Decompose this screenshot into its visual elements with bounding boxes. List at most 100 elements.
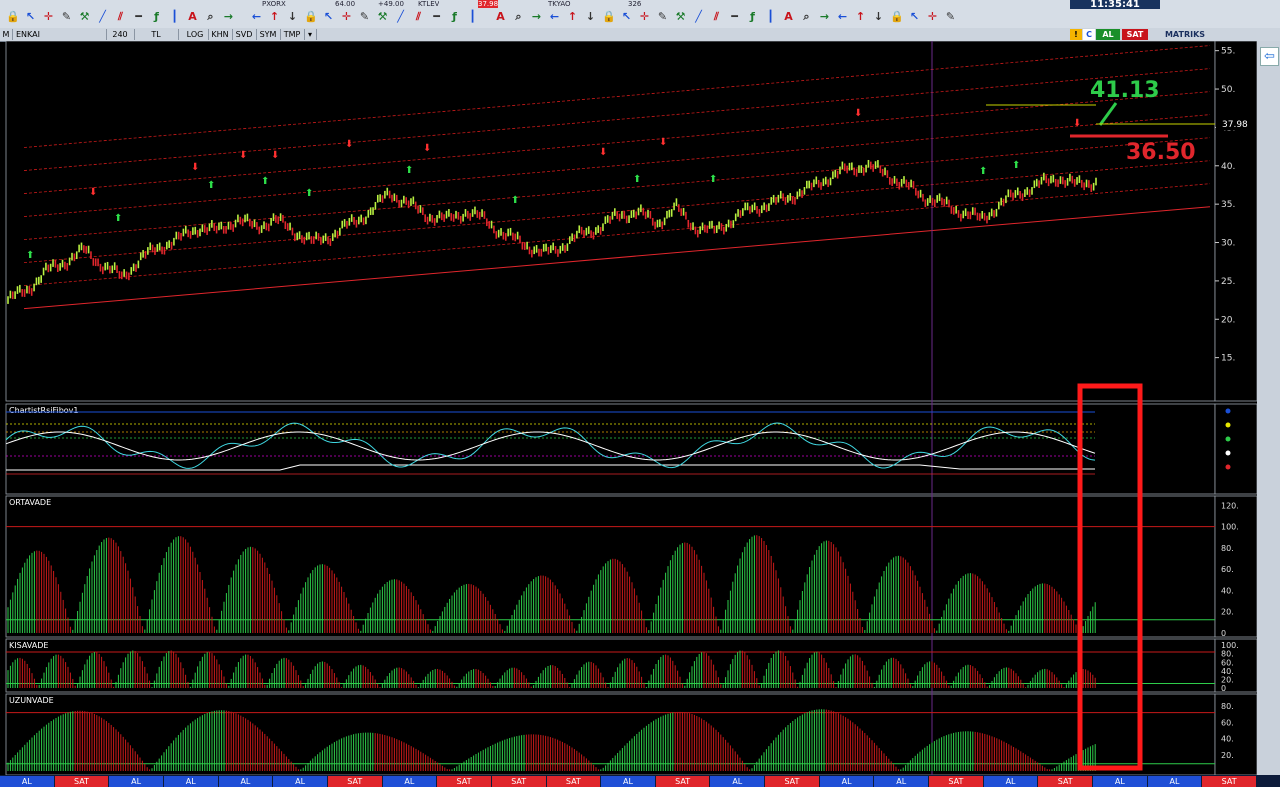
pencil-icon[interactable]: ✎: [944, 10, 957, 23]
arrow-down-icon[interactable]: ↓: [286, 10, 299, 23]
cursor-icon[interactable]: ↖: [322, 10, 335, 23]
ticker-item[interactable]: 64.00: [335, 0, 355, 8]
text-icon[interactable]: A: [782, 10, 795, 23]
signal-segment: AL: [874, 776, 929, 787]
crosshair-icon[interactable]: ✛: [638, 10, 651, 23]
lock-icon[interactable]: 🔒: [304, 10, 318, 23]
buy-arrow-icon: ⬆: [305, 188, 313, 199]
arrow-up-icon[interactable]: ↑: [854, 10, 867, 23]
sell-arrow-icon: ⬇: [239, 150, 247, 161]
collapse-icon[interactable]: ⇦: [1260, 47, 1279, 66]
vline-icon[interactable]: ┃: [466, 10, 479, 23]
chart-area[interactable]: 55.50.45.40.35.30.25.20.15.⬆⬆⬆⬆⬆⬆⬆⬆⬆⬆⬆⬇⬇…: [0, 41, 1257, 775]
hline-icon[interactable]: ━: [430, 10, 443, 23]
currency-field[interactable]: TL: [134, 29, 179, 40]
text-icon[interactable]: A: [494, 10, 507, 23]
indicator-title: ORTAVADE: [9, 498, 51, 507]
lock-icon[interactable]: 🔒: [602, 10, 616, 23]
crosshair-icon[interactable]: ✛: [926, 10, 939, 23]
chevron-down-icon[interactable]: ▾: [304, 29, 317, 40]
arrow-left-icon[interactable]: ←: [250, 10, 263, 23]
toggle-svd[interactable]: SVD: [232, 29, 257, 40]
refresh-icon[interactable]: C: [1083, 29, 1095, 40]
signal-segment: AL: [109, 776, 163, 787]
lock-icon[interactable]: 🔒: [6, 10, 20, 23]
buy-arrow-icon: ⬆: [511, 195, 519, 206]
vline-icon[interactable]: ┃: [764, 10, 777, 23]
cursor-icon[interactable]: ↖: [908, 10, 921, 23]
tools-icon[interactable]: ⚒: [78, 10, 91, 23]
signal-segment: SAT: [491, 776, 546, 787]
zoom-icon[interactable]: ⌕: [204, 10, 217, 23]
hline-icon[interactable]: ━: [728, 10, 741, 23]
hline-icon[interactable]: ━: [132, 10, 145, 23]
ticker-item[interactable]: 326: [628, 0, 641, 8]
indicator-tick-label: 120.: [1221, 501, 1239, 510]
rsi-scale-dot: [1225, 408, 1231, 414]
arrow-right-icon[interactable]: →: [818, 10, 831, 23]
buy-arrow-icon: ⬆: [114, 213, 122, 224]
cursor-icon[interactable]: ↖: [24, 10, 37, 23]
line-icon[interactable]: ╱: [692, 10, 705, 23]
indicator-tick-label: 0: [1221, 684, 1226, 693]
signal-segment: AL: [382, 776, 437, 787]
toggle-log[interactable]: LOG: [182, 29, 209, 40]
toggle-sym[interactable]: SYM: [256, 29, 281, 40]
pencil-icon[interactable]: ✎: [656, 10, 669, 23]
arrow-down-icon[interactable]: ↓: [584, 10, 597, 23]
indicator-title: UZUNVADE: [9, 696, 54, 705]
sat-button[interactable]: SAT: [1122, 29, 1148, 40]
arrow-up-icon[interactable]: ↑: [566, 10, 579, 23]
ticker-item[interactable]: PXORX: [262, 0, 286, 8]
tools-icon[interactable]: ⚒: [674, 10, 687, 23]
text-icon[interactable]: A: [186, 10, 199, 23]
arrow-up-icon[interactable]: ↑: [268, 10, 281, 23]
signal-segment: SAT: [437, 776, 491, 787]
zoom-icon[interactable]: ⌕: [800, 10, 813, 23]
signal-segment: SAT: [1202, 776, 1256, 787]
buy-arrow-icon: ⬆: [709, 174, 717, 185]
target-down-label: 36.50: [1126, 140, 1196, 165]
sell-arrow-icon: ⬇: [89, 187, 97, 198]
arrow-left-icon[interactable]: ←: [548, 10, 561, 23]
arrow-right-icon[interactable]: →: [530, 10, 543, 23]
channel-icon[interactable]: ⫽: [710, 10, 723, 23]
signal-segment: AL: [218, 776, 273, 787]
tools-icon[interactable]: ⚒: [376, 10, 389, 23]
line-icon[interactable]: ╱: [96, 10, 109, 23]
arrow-right-icon[interactable]: →: [222, 10, 235, 23]
toggle-tmp[interactable]: TMP: [280, 29, 305, 40]
pencil-icon[interactable]: ✎: [60, 10, 73, 23]
alert-icon[interactable]: !: [1070, 29, 1082, 40]
pencil-icon[interactable]: ✎: [358, 10, 371, 23]
sell-arrow-icon: ⬇: [271, 150, 279, 161]
clock: 11:35:41: [1070, 0, 1160, 10]
signal-segment: SAT: [765, 776, 819, 787]
ticker-item[interactable]: KTLEV: [418, 0, 439, 8]
cursor-icon[interactable]: ↖: [620, 10, 633, 23]
fib-icon[interactable]: ƒ: [746, 10, 759, 23]
fib-icon[interactable]: ƒ: [150, 10, 163, 23]
price-tick-label: 15.: [1221, 354, 1235, 364]
zoom-icon[interactable]: ⌕: [512, 10, 525, 23]
al-button[interactable]: AL: [1096, 29, 1120, 40]
ticker-item[interactable]: TKYAO: [548, 0, 571, 8]
period-field[interactable]: 240: [106, 29, 135, 40]
symbol-field[interactable]: ENKAI: [12, 29, 107, 40]
sell-arrow-icon: ⬇: [345, 139, 353, 150]
channel-icon[interactable]: ⫽: [114, 10, 127, 23]
indicator-tick-label: 20.: [1221, 608, 1234, 617]
vline-icon[interactable]: ┃: [168, 10, 181, 23]
signal-segment: SAT: [546, 776, 601, 787]
toggle-khn[interactable]: KHN: [208, 29, 233, 40]
fib-icon[interactable]: ƒ: [448, 10, 461, 23]
arrow-down-icon[interactable]: ↓: [872, 10, 885, 23]
crosshair-icon[interactable]: ✛: [42, 10, 55, 23]
line-icon[interactable]: ╱: [394, 10, 407, 23]
channel-icon[interactable]: ⫽: [412, 10, 425, 23]
arrow-left-icon[interactable]: ←: [836, 10, 849, 23]
lock-icon[interactable]: 🔒: [890, 10, 904, 23]
ticker-item[interactable]: 37.98: [478, 0, 499, 8]
ticker-item[interactable]: +49.00: [378, 0, 404, 8]
crosshair-icon[interactable]: ✛: [340, 10, 353, 23]
